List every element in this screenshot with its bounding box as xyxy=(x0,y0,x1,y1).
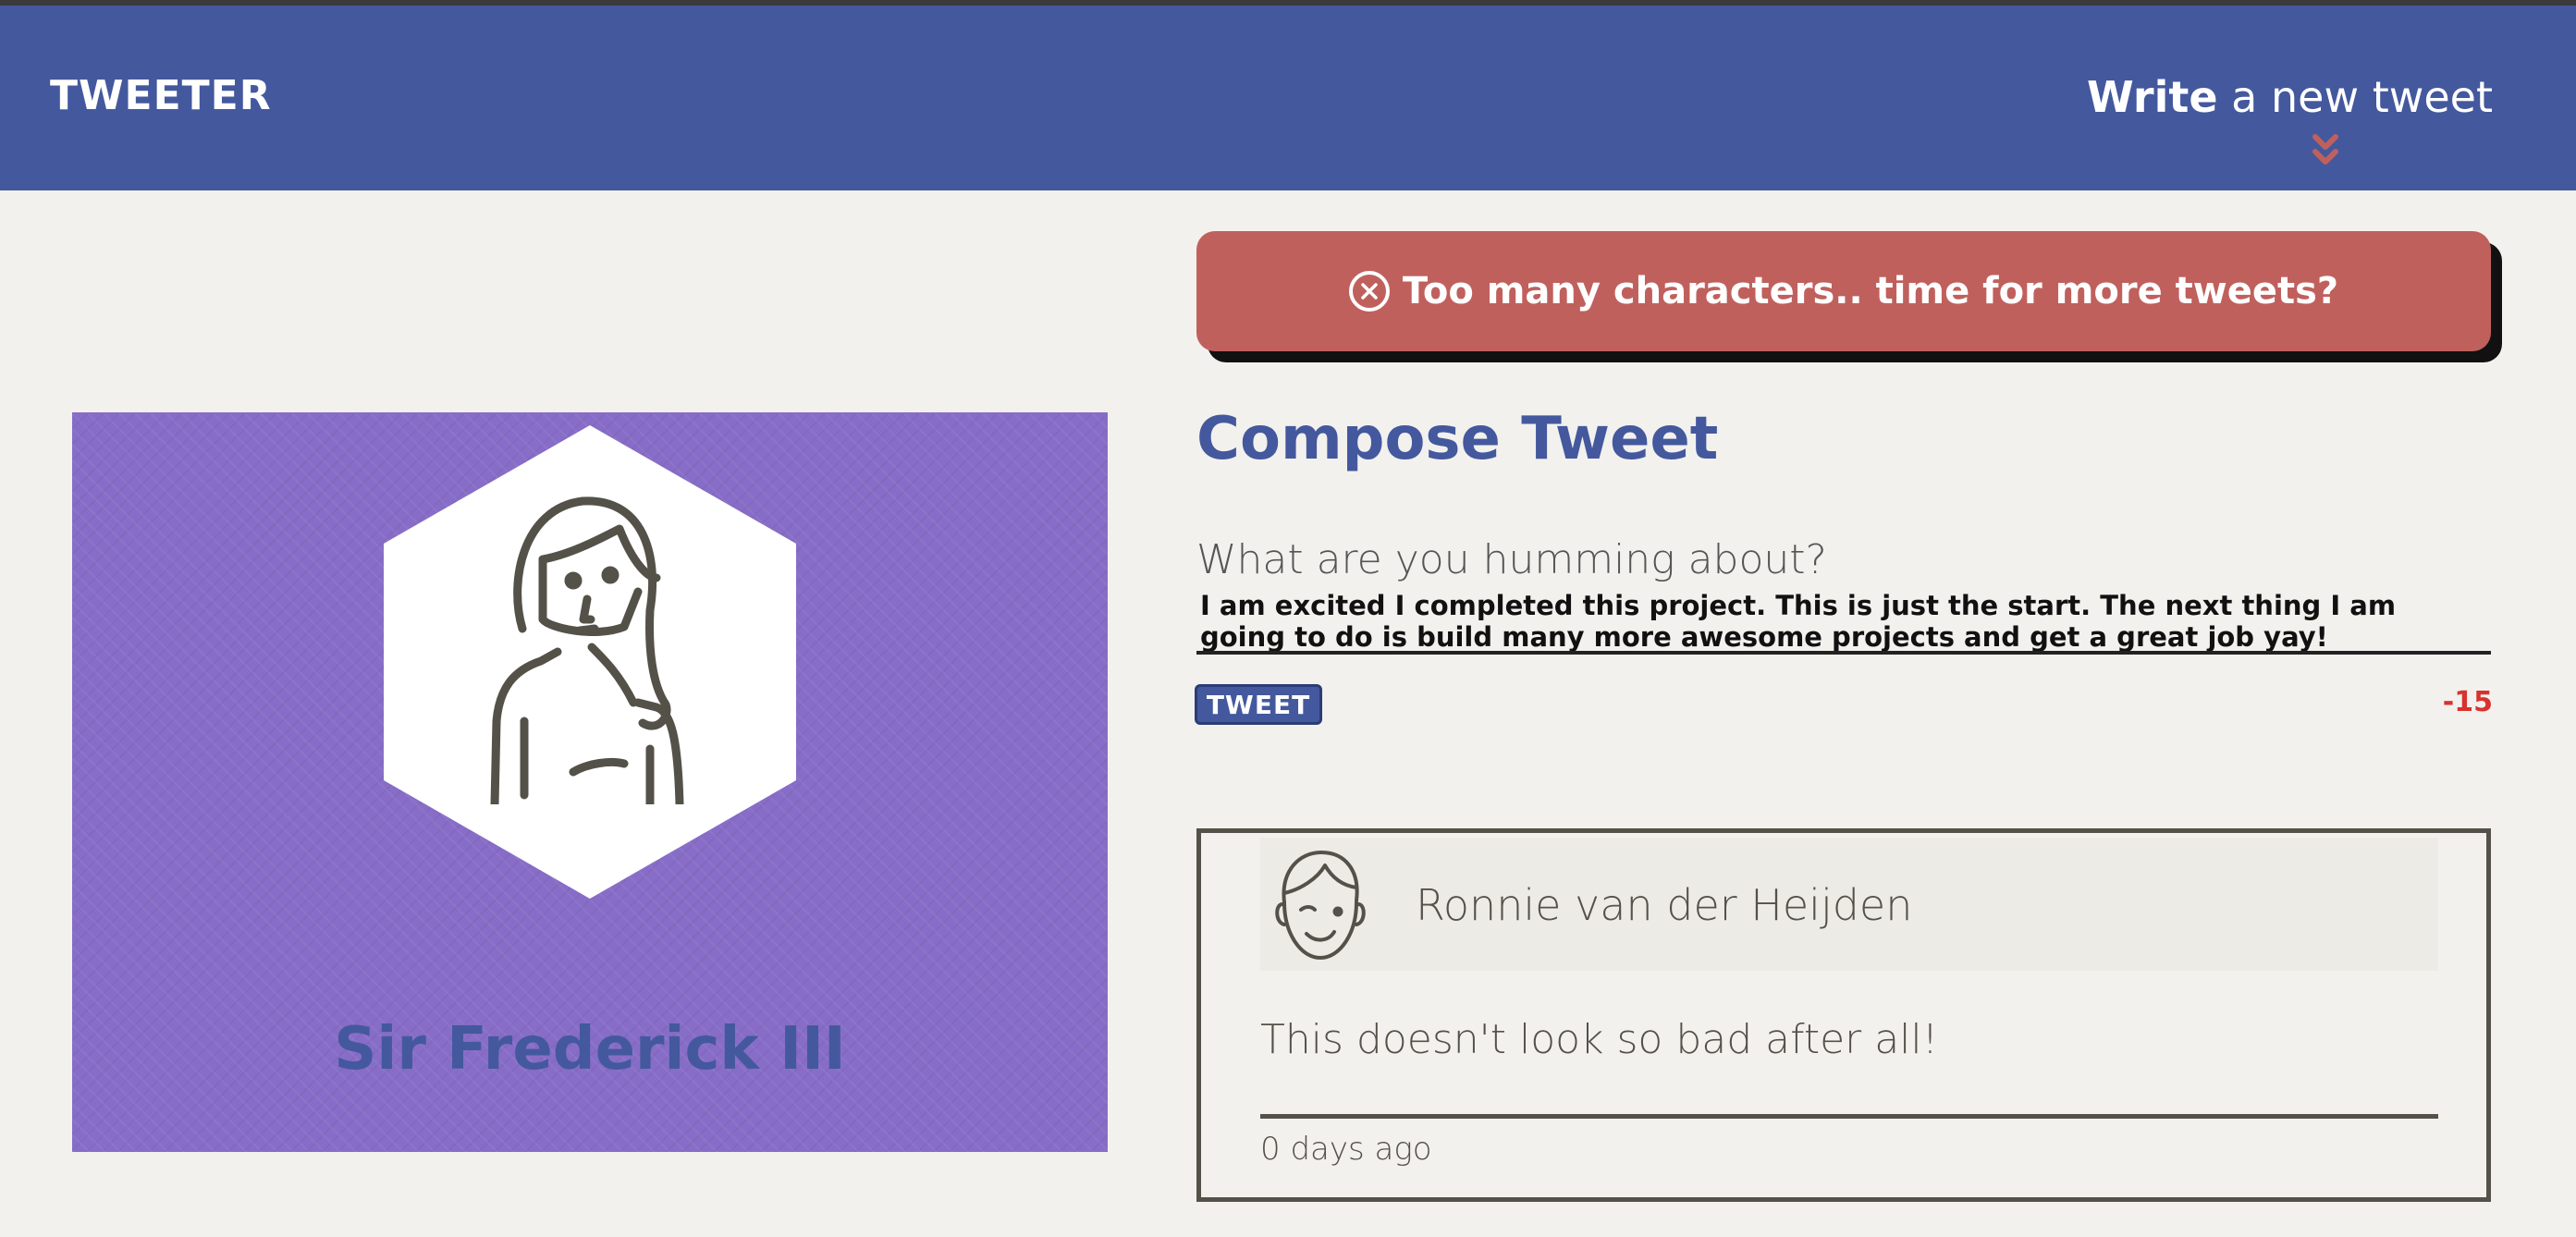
write-new-tweet-link[interactable]: Write a new tweet xyxy=(2087,72,2493,122)
profile-name: Sir Frederick III xyxy=(334,1015,846,1084)
write-link-rest: a new tweet xyxy=(2217,72,2493,122)
person-avatar-icon xyxy=(490,496,684,804)
navbar: TWEETER Write a new tweet xyxy=(0,6,2576,190)
compose-title: Compose Tweet xyxy=(1196,405,1719,473)
tweet-button[interactable]: TWEET xyxy=(1195,684,1322,725)
tweet-label: What are you humming about? xyxy=(1196,536,1827,583)
user-avatar-icon xyxy=(1275,851,1366,960)
profile-card: Sir Frederick III xyxy=(72,412,1108,1152)
x-circle-icon xyxy=(1348,271,1390,312)
tweet-timestamp: 0 days ago xyxy=(1260,1131,1432,1168)
error-message: Too many characters.. time for more twee… xyxy=(1402,270,2339,312)
tweet-textarea[interactable]: I am excited I completed this project. T… xyxy=(1196,590,2491,655)
profile-avatar-hexagon xyxy=(384,425,796,899)
tweet-divider xyxy=(1260,1114,2438,1119)
error-banner: Too many characters.. time for more twee… xyxy=(1196,231,2491,351)
character-counter: -15 xyxy=(2442,686,2493,718)
double-chevron-down-icon[interactable] xyxy=(2312,133,2339,170)
tweet-card: Ronnie van der Heijden This doesn't look… xyxy=(1196,828,2491,1202)
brand-logo[interactable]: TWEETER xyxy=(50,72,272,119)
tweet-author: Ronnie van der Heijden xyxy=(1416,880,1913,930)
tweet-header: Ronnie van der Heijden xyxy=(1260,838,2438,971)
write-link-bold: Write xyxy=(2086,72,2218,122)
tweet-content: This doesn't look so bad after all! xyxy=(1260,1016,1939,1063)
